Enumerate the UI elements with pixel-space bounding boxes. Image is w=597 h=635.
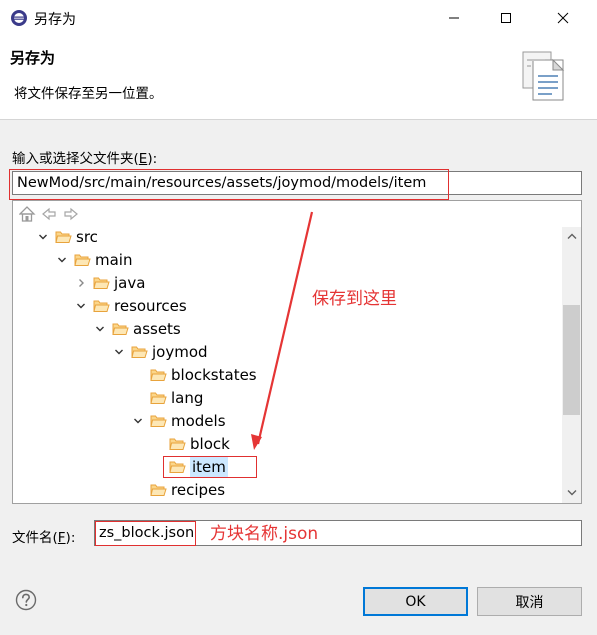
folder-icon: [131, 346, 148, 358]
tree-toolbar: [19, 206, 78, 222]
tree-row-label: lang: [171, 389, 204, 407]
maximize-button[interactable]: [483, 0, 529, 36]
chevron-down-icon[interactable]: [113, 346, 125, 358]
banner-description: 将文件保存至另一位置。: [14, 86, 163, 102]
tree-row-label: assets: [133, 320, 181, 338]
folder-icon: [112, 323, 129, 335]
chevron-down-icon: [567, 490, 576, 496]
folder-icon: [74, 254, 91, 266]
tree-row-label: main: [95, 251, 133, 269]
parent-folder-label: 输入或选择父文件夹(E):: [12, 147, 157, 167]
scroll-thumb[interactable]: [563, 304, 580, 415]
filename-input[interactable]: zs_block.json: [94, 520, 582, 546]
parent-folder-label-prefix: 输入或选择父文件夹(: [12, 151, 139, 167]
tree-scrollbar[interactable]: [562, 227, 581, 503]
folder-icon: [150, 415, 167, 427]
chevron-down-icon[interactable]: [75, 300, 87, 312]
tree-row-label: models: [171, 412, 226, 430]
window-title: 另存为: [34, 12, 76, 28]
tree-row[interactable]: recipes: [13, 479, 561, 502]
chevron-down-icon[interactable]: [56, 254, 68, 266]
annotation-arrow: [251, 211, 314, 450]
help-icon[interactable]: [15, 589, 37, 611]
scroll-up-button[interactable]: [562, 227, 581, 245]
folder-icon: [169, 461, 186, 473]
home-icon[interactable]: [19, 206, 36, 222]
folder-icon: [150, 369, 167, 381]
save-documents-icon: [522, 51, 565, 101]
tree-row-label: block: [190, 435, 230, 453]
forward-icon[interactable]: [64, 207, 78, 221]
annotation-file-name: 方块名称.json: [210, 524, 319, 544]
scroll-down-button[interactable]: [562, 484, 581, 502]
back-icon[interactable]: [42, 207, 56, 221]
maximize-icon: [501, 13, 511, 23]
tree-row-label: item: [190, 457, 228, 477]
filename-label-mnemonic: F: [57, 530, 66, 546]
tree-row-label: recipes: [171, 481, 226, 499]
dialog-banner: 另存为 将文件保存至另一位置。: [0, 36, 597, 120]
window-titlebar: 另存为: [0, 0, 597, 36]
tree-row-label: joymod: [152, 343, 208, 361]
chevron-up-icon: [567, 233, 576, 239]
chevron-down-icon[interactable]: [37, 231, 49, 243]
chevron-right-icon[interactable]: [75, 277, 87, 289]
folder-icon: [55, 231, 72, 243]
cancel-button[interactable]: 取消: [477, 587, 582, 616]
eclipse-logo-icon: [11, 10, 27, 26]
parent-folder-label-suffix: ):: [147, 151, 158, 167]
ok-button[interactable]: OK: [363, 587, 468, 616]
minimize-icon: [449, 17, 459, 19]
minimize-button[interactable]: [431, 0, 477, 36]
folder-icon: [93, 300, 110, 312]
folder-icon: [150, 392, 167, 404]
filename-label: 文件名(F):: [12, 526, 75, 546]
folder-icon: [150, 484, 167, 496]
filename-label-prefix: 文件名(: [12, 530, 58, 546]
chevron-down-icon[interactable]: [132, 415, 144, 427]
folder-icon: [93, 277, 110, 289]
banner-title: 另存为: [10, 49, 56, 67]
folder-icon: [169, 438, 186, 450]
filename-label-suffix: ):: [65, 530, 76, 546]
close-icon: [557, 12, 569, 24]
annotation-save-here: 保存到这里: [312, 289, 397, 309]
tree-row-label: resources: [114, 297, 187, 315]
tree-row-label: src: [76, 228, 98, 246]
parent-folder-input[interactable]: NewMod/src/main/resources/assets/joymod/…: [12, 171, 582, 195]
tree-row-label: java: [114, 274, 146, 292]
close-button[interactable]: [540, 0, 586, 36]
chevron-down-icon[interactable]: [94, 323, 106, 335]
